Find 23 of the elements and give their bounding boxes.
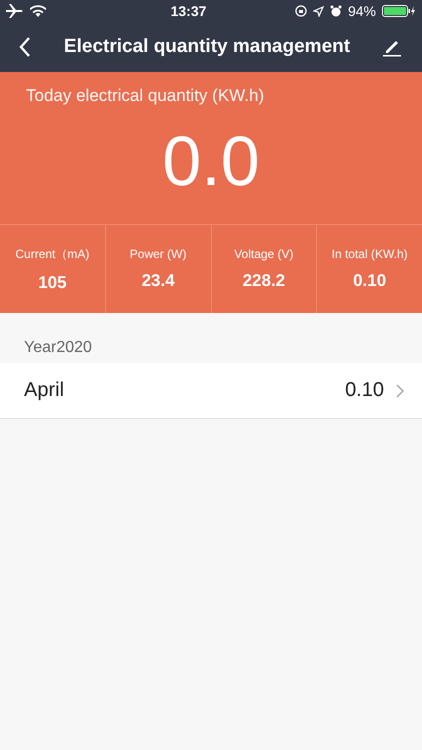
location-icon — [312, 6, 324, 16]
stat-label: Power (W) — [130, 247, 186, 261]
stat-label: Voltage (V) — [234, 247, 294, 261]
stat-label: Current（mA) — [15, 246, 90, 262]
stat-label: In total (KW.h) — [332, 247, 408, 261]
month-value: 0.10 — [345, 379, 384, 402]
battery-icon — [382, 5, 416, 17]
status-time: 13:37 — [170, 3, 206, 19]
month-label: April — [24, 379, 64, 402]
today-value: 0.0 — [161, 121, 261, 202]
today-label: Today electrical quantity (KW.h) — [25, 85, 266, 106]
airplane-icon — [6, 4, 24, 18]
stat-value: 105 — [38, 272, 67, 292]
battery-percent: 94% — [348, 3, 376, 19]
screen-title: Electrical quantity management — [64, 36, 350, 58]
back-icon[interactable] — [18, 36, 32, 58]
stat-value: 0.10 — [353, 271, 386, 291]
month-row[interactable]: April 0.10 — [0, 363, 422, 419]
stat-value: 23.4 — [142, 271, 175, 291]
wifi-icon — [30, 5, 46, 17]
section-title: Year2020 — [24, 339, 92, 357]
stat-value: 228.2 — [242, 271, 286, 291]
chevron-icon — [396, 384, 404, 398]
